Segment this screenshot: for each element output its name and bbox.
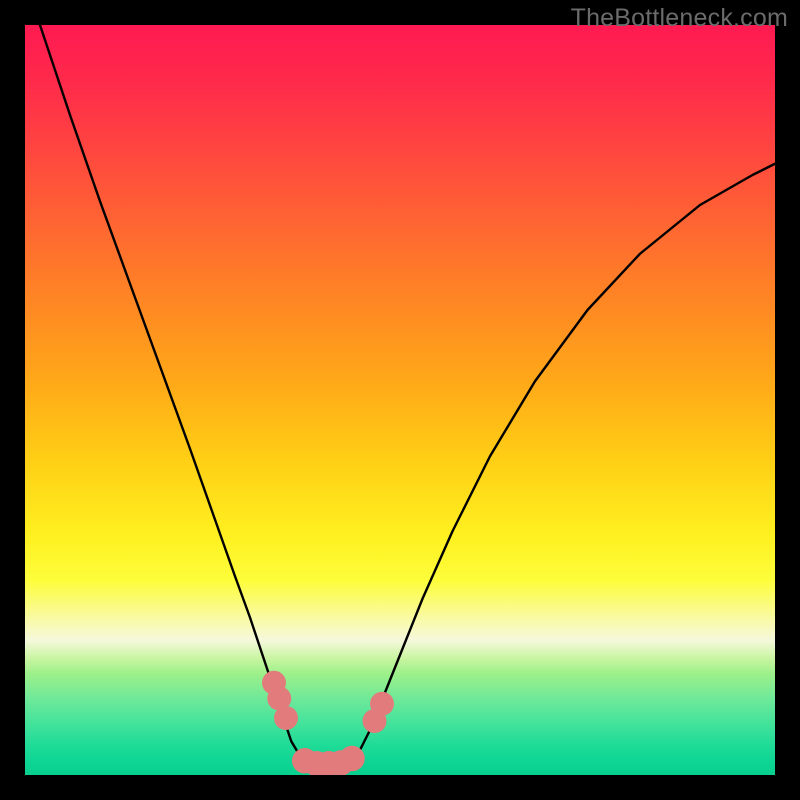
marker-group bbox=[262, 671, 394, 775]
chart-frame: TheBottleneck.com bbox=[0, 0, 800, 800]
marker-dot bbox=[274, 706, 298, 730]
bottleneck-curve-path bbox=[40, 25, 775, 764]
marker-dot bbox=[370, 692, 394, 716]
watermark-text: TheBottleneck.com bbox=[571, 4, 788, 33]
marker-dot bbox=[339, 746, 365, 772]
curves-svg bbox=[25, 25, 775, 775]
plot-area bbox=[25, 25, 775, 775]
bottleneck-curve bbox=[40, 25, 775, 764]
